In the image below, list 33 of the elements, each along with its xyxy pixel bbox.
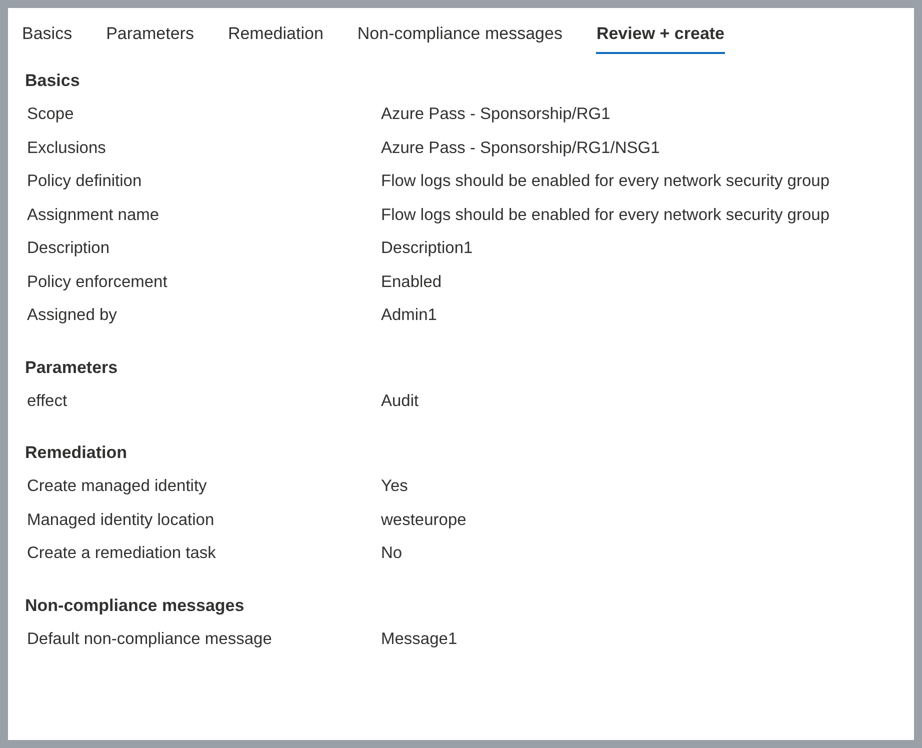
field-label: Policy definition	[26, 171, 143, 192]
field-value: Flow logs should be enabled for every network security group	[381, 204, 830, 226]
field-value: No	[381, 543, 402, 564]
field-value: Description1	[381, 238, 473, 260]
field-label: Description	[26, 238, 111, 260]
field-label: Default non-compliance message	[26, 628, 273, 650]
field-value: Yes	[381, 476, 408, 498]
field-value: Azure Pass - Sponsorship/RG1	[381, 104, 610, 126]
section-heading: Parameters	[25, 356, 119, 378]
field-label: Policy enforcement	[26, 272, 168, 293]
tab[interactable]: Basics	[22, 20, 72, 54]
field-label: Assigned by	[26, 305, 118, 326]
section-heading: Remediation	[25, 442, 128, 464]
field-label: Exclusions	[26, 138, 107, 159]
field-value: Azure Pass - Sponsorship/RG1/NSG1	[381, 138, 660, 159]
field-value: Message1	[381, 628, 458, 650]
field-label: Scope	[26, 104, 75, 126]
section-heading: Basics	[25, 70, 81, 92]
field-value: Enabled	[381, 272, 442, 293]
field-value: Audit	[381, 390, 419, 412]
tab[interactable]: Remediation	[228, 20, 324, 54]
field-label: Create managed identity	[26, 476, 208, 498]
field-value: Flow logs should be enabled for every network security group	[381, 171, 830, 192]
field-label: Managed identity location	[26, 510, 216, 531]
field-label: Create a remediation task	[26, 543, 217, 564]
section-heading: Non-compliance messages	[25, 594, 246, 617]
tab[interactable]: Review + create	[596, 20, 725, 54]
field-label: Assignment name	[26, 204, 160, 226]
tab[interactable]: Non-compliance messages	[357, 20, 562, 54]
field-value: Admin1	[381, 305, 437, 326]
tab[interactable]: Parameters	[106, 20, 194, 54]
field-value: westeurope	[381, 510, 466, 531]
field-label: effect	[26, 390, 68, 412]
